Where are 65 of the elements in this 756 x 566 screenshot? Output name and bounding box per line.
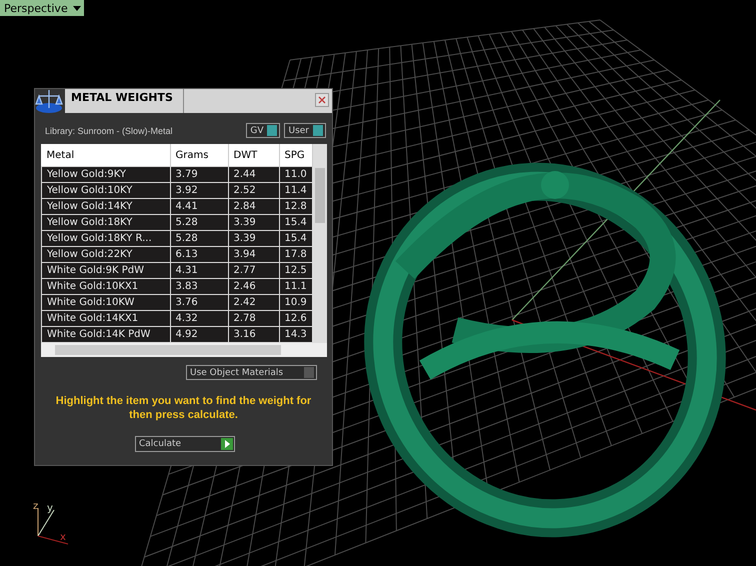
column-header[interactable]: Grams [170,144,228,166]
table-cell[interactable]: White Gold:14KX1 [42,310,170,326]
table-cell[interactable]: Yellow Gold:9KY [42,166,170,182]
table-cell[interactable]: 3.94 [228,246,279,262]
dropdown-icon [73,6,81,10]
table-cell[interactable]: Yellow Gold:10KY [42,182,170,198]
z-axis-label: z [33,502,38,512]
table-cell[interactable]: White Gold:9K PdW [42,262,170,278]
table-cell[interactable]: 4.41 [170,198,228,214]
table-cell[interactable]: 12.8 [279,198,312,214]
table-cell[interactable]: 17.8 [279,246,312,262]
table-cell[interactable]: 3.92 [170,182,228,198]
table-cell[interactable]: 2.46 [228,278,279,294]
table-cell[interactable]: 4.92 [170,326,228,342]
table-cell[interactable]: 2.42 [228,294,279,310]
table-cell[interactable]: 6.13 [170,246,228,262]
table-cell[interactable]: Yellow Gold:14KY [42,198,170,214]
column-header[interactable]: Metal [42,144,170,166]
table-cell[interactable]: 3.39 [228,230,279,246]
table-cell[interactable]: 3.79 [170,166,228,182]
table-cell[interactable]: 4.32 [170,310,228,326]
table-cell[interactable]: Yellow Gold:18KY [42,214,170,230]
table-cell[interactable]: 12.5 [279,262,312,278]
table-cell[interactable]: Yellow Gold:22KY [42,246,170,262]
table-cell[interactable]: 2.52 [228,182,279,198]
toggle-button[interactable]: GV [246,123,280,138]
scale-icon [35,88,63,114]
table-cell[interactable]: 14.3 [279,326,312,342]
vertical-scrollbar[interactable] [313,144,327,343]
table-cell[interactable]: 5.28 [170,214,228,230]
table-cell[interactable]: 10.9 [279,294,312,310]
close-button[interactable] [315,93,329,107]
table-cell[interactable]: Yellow Gold:18KY R... [42,230,170,246]
table-cell[interactable]: 15.4 [279,214,312,230]
table-cell[interactable]: 3.16 [228,326,279,342]
close-icon [317,95,327,105]
instruction-text: Highlight the item you want to find the weight for then press calculate. [54,394,312,422]
table-cell[interactable]: 4.31 [170,262,228,278]
y-axis-label: y [47,504,53,514]
table-cell[interactable]: White Gold:10KX1 [42,278,170,294]
library-label: Library: Sunroom - (Slow)-Metal [45,126,174,136]
table-cell[interactable]: 2.84 [228,198,279,214]
toggle-button[interactable]: User [284,123,326,138]
table-cell[interactable]: White Gold:10KW [42,294,170,310]
table-cell[interactable]: 3.76 [170,294,228,310]
horizontal-scrollbar[interactable] [41,343,327,357]
use-object-materials-toggle[interactable]: Use Object Materials [186,365,317,380]
table-cell[interactable]: 5.28 [170,230,228,246]
table-cell[interactable]: White Gold:14K PdW [42,326,170,342]
table-cell[interactable]: 15.4 [279,230,312,246]
column-header[interactable]: SPG [279,144,312,166]
table-cell[interactable]: 3.83 [170,278,228,294]
table-cell[interactable]: 3.39 [228,214,279,230]
calculate-button[interactable]: Calculate [135,436,235,452]
panel-title: METAL WEIGHTS [65,89,184,113]
table-cell[interactable]: 11.1 [279,278,312,294]
x-axis-label: x [60,533,66,543]
table-cell[interactable]: 12.6 [279,310,312,326]
table-cell[interactable]: 2.78 [228,310,279,326]
table-cell[interactable]: 11.4 [279,182,312,198]
column-header[interactable]: DWT [228,144,279,166]
table-cell[interactable]: 2.44 [228,166,279,182]
viewport-menu-button[interactable]: Perspective [0,0,84,16]
table-cell[interactable]: 11.0 [279,166,312,182]
table-cell[interactable]: 2.77 [228,262,279,278]
